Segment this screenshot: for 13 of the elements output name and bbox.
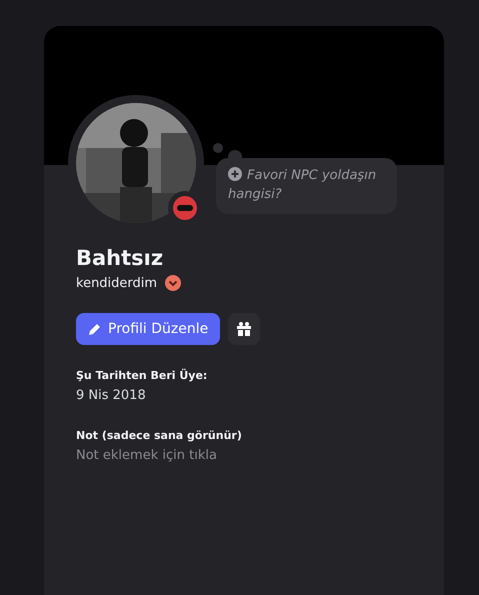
gift-button[interactable] <box>228 313 260 345</box>
badge-icon <box>165 275 182 291</box>
edit-profile-button[interactable]: Profili Düzenle <box>76 313 220 345</box>
note-field[interactable]: Not eklemek için tıkla <box>76 448 412 463</box>
note-label: Not (sadece sana görünür) <box>76 429 243 442</box>
display-name: Bahtsız <box>76 245 164 271</box>
custom-status-bubble[interactable]: Favori NPC yoldaşın hangisi? <box>216 158 397 214</box>
gift-icon <box>236 321 252 337</box>
pencil-icon <box>88 322 102 336</box>
username: kendiderdim <box>76 276 158 290</box>
member-since-date: 9 Nis 2018 <box>76 388 147 403</box>
member-since-label: Şu Tarihten Beri Üye: <box>76 369 208 382</box>
plus-icon <box>228 167 242 181</box>
